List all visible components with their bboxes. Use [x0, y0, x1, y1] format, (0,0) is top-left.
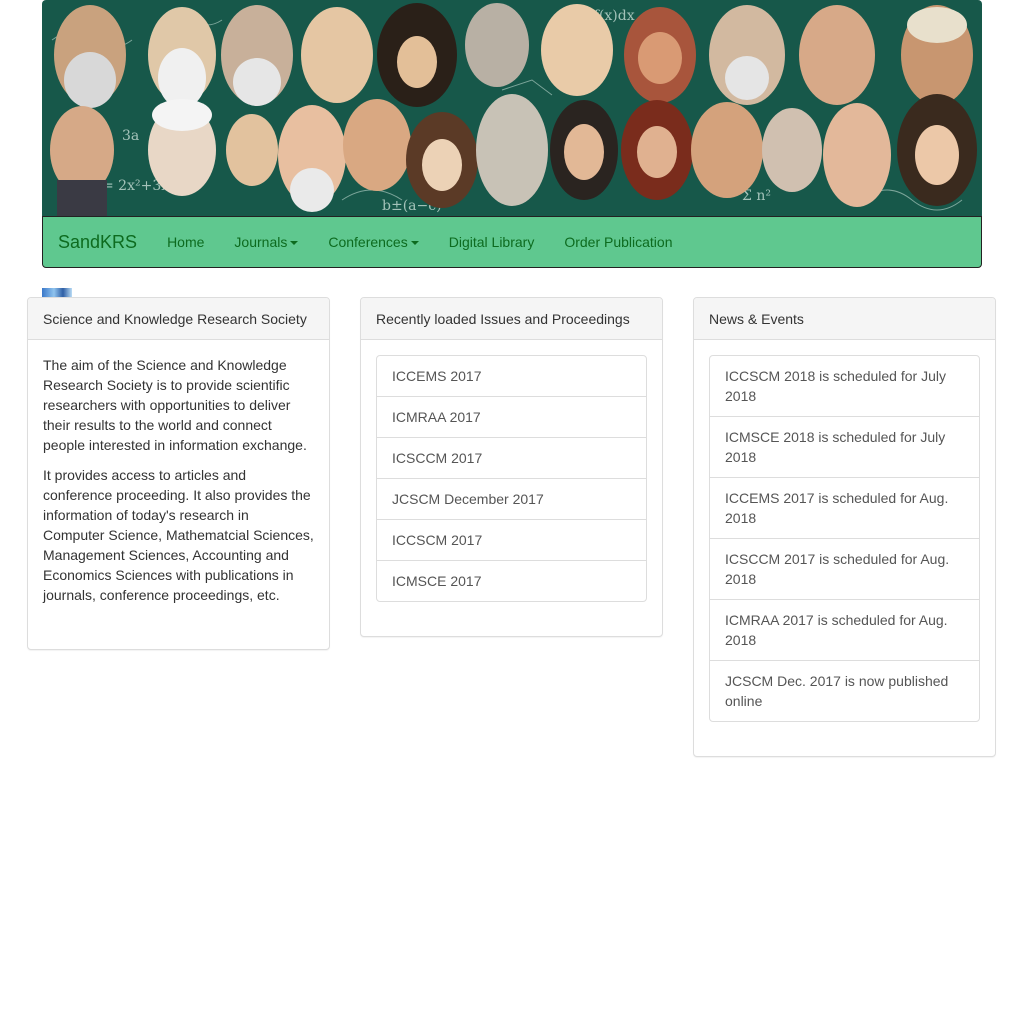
about-panel: Science and Knowledge Research Society T…: [27, 297, 330, 650]
nav-conferences-label: Conferences: [328, 234, 408, 250]
news-events-heading: News & Events: [694, 298, 995, 340]
nav-journals-label: Journals: [234, 234, 288, 250]
main-navbar: SandKRS Home Journals Conferences Digita…: [42, 216, 982, 268]
caret-down-icon: [290, 241, 299, 245]
header-banner-image: = 2x²+3x b±(a−c) 3a ∫ f(x)dx Σ n² √2: [42, 0, 982, 216]
news-events-list: ICCSCM 2018 is scheduled for July 2018 I…: [709, 355, 980, 722]
about-paragraph: It provides access to articles and confe…: [43, 467, 314, 603]
list-item[interactable]: ICSCCM 2017: [377, 437, 646, 478]
brand-link[interactable]: SandKRS: [43, 232, 152, 253]
list-item[interactable]: ICCEMS 2017 is scheduled for Aug. 2018: [710, 477, 979, 538]
nav-conferences-dropdown[interactable]: Conferences: [313, 234, 433, 250]
list-item[interactable]: ICMSCE 2017: [377, 560, 646, 601]
list-item[interactable]: ICCEMS 2017: [377, 356, 646, 396]
broken-image-icon: [42, 288, 72, 297]
list-item[interactable]: ICMRAA 2017: [377, 396, 646, 437]
list-item[interactable]: ICCSCM 2018 is scheduled for July 2018: [710, 356, 979, 416]
nav-order-publication-label: Order Publication: [564, 234, 673, 250]
nav-home-link[interactable]: Home: [152, 234, 219, 250]
caret-down-icon: [410, 241, 419, 245]
recent-issues-panel: Recently loaded Issues and Proceedings I…: [360, 297, 663, 637]
list-item[interactable]: ICSCCM 2017 is scheduled for Aug. 2018: [710, 538, 979, 599]
nav-journals-dropdown[interactable]: Journals: [219, 234, 313, 250]
banner-illustration: = 2x²+3x b±(a−c) 3a ∫ f(x)dx Σ n² √2: [50, 3, 977, 216]
list-item[interactable]: ICMRAA 2017 is scheduled for Aug. 2018: [710, 599, 979, 660]
news-events-panel: News & Events ICCSCM 2018 is scheduled f…: [693, 297, 996, 757]
nav-digital-library-label: Digital Library: [448, 234, 535, 250]
recent-issues-heading: Recently loaded Issues and Proceedings: [361, 298, 662, 340]
about-panel-heading: Science and Knowledge Research Society: [28, 298, 329, 340]
nav-digital-library-link[interactable]: Digital Library: [434, 234, 550, 250]
about-paragraph: The aim of the Science and Knowledge Res…: [43, 357, 307, 453]
list-item[interactable]: JCSCM December 2017: [377, 478, 646, 519]
list-item[interactable]: JCSCM Dec. 2017 is now published online: [710, 660, 979, 721]
recent-issues-list: ICCEMS 2017 ICMRAA 2017 ICSCCM 2017 JCSC…: [376, 355, 647, 602]
nav-home-label: Home: [167, 234, 205, 250]
nav-order-publication-link[interactable]: Order Publication: [549, 234, 687, 250]
list-item[interactable]: ICMSCE 2018 is scheduled for July 2018: [710, 416, 979, 477]
list-item[interactable]: ICCSCM 2017: [377, 519, 646, 560]
svg-text:3a: 3a: [122, 128, 139, 144]
